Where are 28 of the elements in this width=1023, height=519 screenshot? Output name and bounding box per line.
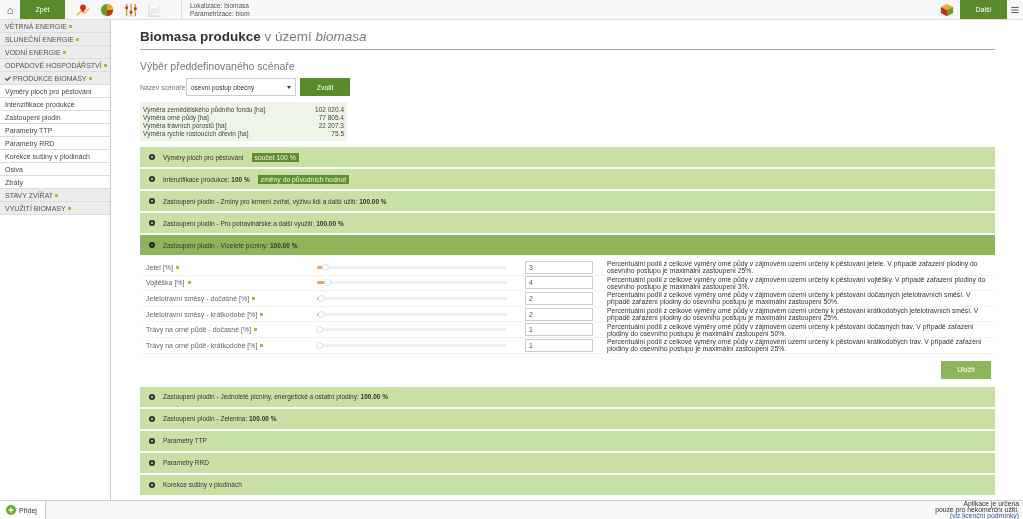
slider-handle[interactable] [317,295,325,302]
home-button[interactable]: ⌂ [0,0,20,19]
caret-icon [287,85,291,89]
pie-chart-icon[interactable] [100,2,114,17]
slider-fill [317,281,325,285]
slider-fill [317,265,323,269]
check-icon [5,75,11,81]
plus-icon [149,176,155,182]
slider-handle[interactable] [317,310,325,318]
plus-icon [149,220,155,226]
plus-icon [6,505,16,515]
sliders-icon[interactable] [124,2,138,17]
slider-handle[interactable] [316,326,323,334]
minus-icon [149,242,155,248]
plus-icon [149,459,155,466]
slider-handle[interactable] [321,263,329,271]
page-title: Biomasa produkce v území biomasa [140,26,995,50]
map-pin-icon[interactable] [76,2,90,17]
plus-icon [149,393,155,400]
plus-icon [149,415,155,422]
plus-icon [149,481,155,488]
plus-icon [149,198,155,204]
slider-handle[interactable] [323,279,331,287]
section-subtitle: Výběr předdefinovaného scénaře [140,60,296,72]
slider-handle[interactable] [316,341,323,349]
plus-icon [149,154,155,160]
cube-icon [940,2,954,17]
plus-icon [149,437,155,444]
